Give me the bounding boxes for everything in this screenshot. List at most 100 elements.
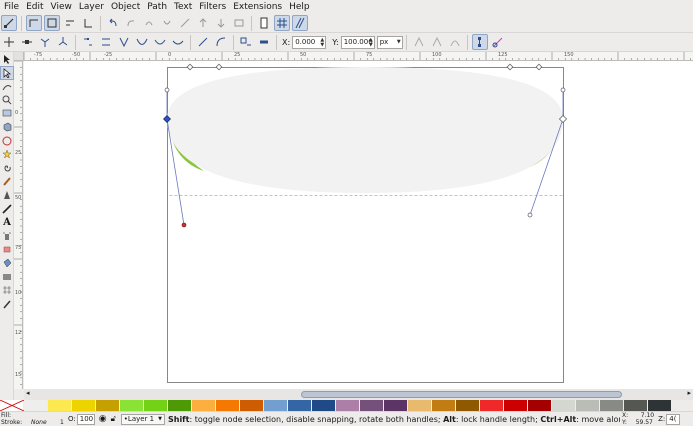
zoom-input[interactable]: 4( [666, 413, 681, 425]
color-swatch[interactable] [432, 400, 456, 411]
color-swatch[interactable] [216, 400, 240, 411]
color-swatch[interactable] [264, 400, 288, 411]
y-coordinate-input[interactable]: 100.000 ▲ ▼ [340, 35, 375, 49]
color-swatch[interactable] [240, 400, 264, 411]
layer-select[interactable]: •Layer 1 ▼ [120, 413, 165, 425]
make-auto-smooth-icon[interactable] [170, 34, 186, 50]
menu-path[interactable]: Path [143, 0, 170, 14]
spray-tool-icon[interactable] [1, 230, 13, 242]
color-swatch[interactable] [648, 400, 672, 411]
color-swatch[interactable] [456, 400, 480, 411]
delete-segment-icon[interactable] [98, 34, 114, 50]
star-tool-icon[interactable] [1, 148, 13, 160]
tweak-tool-icon[interactable] [1, 80, 13, 92]
delete-node-icon[interactable] [19, 34, 35, 50]
menu-object[interactable]: Object [107, 0, 143, 14]
lower-icon[interactable] [213, 15, 229, 31]
dropper-tool-icon[interactable] [1, 298, 13, 310]
pencil-tool-icon[interactable] [1, 175, 13, 187]
rotate-cw-icon[interactable] [159, 15, 175, 31]
menu-layer[interactable]: Layer [75, 0, 107, 14]
object-to-path-icon[interactable] [238, 34, 254, 50]
break-path-icon[interactable] [55, 34, 71, 50]
color-swatch[interactable] [96, 400, 120, 411]
insert-node-icon[interactable] [1, 34, 17, 50]
3d-box-tool-icon[interactable] [1, 121, 13, 133]
grid-icon[interactable] [274, 15, 290, 31]
color-swatch[interactable] [48, 400, 72, 411]
horizontal-scrollbar[interactable]: ◂ ▸ [24, 389, 693, 400]
selector-tool-icon[interactable] [1, 53, 13, 65]
menu-filters[interactable]: Filters [195, 0, 229, 14]
scrollbar-thumb[interactable] [301, 391, 622, 398]
no-paint-swatch[interactable] [0, 400, 24, 411]
edit-mask-icon[interactable] [429, 34, 445, 50]
page-size-icon[interactable] [62, 15, 78, 31]
corner-node-icon[interactable] [26, 15, 42, 31]
show-transform-handles-icon[interactable] [471, 34, 488, 50]
color-swatch[interactable] [336, 400, 360, 411]
color-swatch[interactable] [408, 400, 432, 411]
node-tool-icon[interactable] [0, 65, 14, 80]
undo-icon[interactable] [105, 15, 121, 31]
ellipse-shape[interactable] [167, 67, 563, 193]
make-line-icon[interactable] [195, 34, 211, 50]
color-swatch[interactable] [552, 400, 576, 411]
node-edit-icon[interactable] [1, 15, 17, 31]
redo-icon[interactable] [123, 15, 139, 31]
horizontal-ruler[interactable]: -75 -50 -25 0 25 50 75 100 125 150 [24, 52, 693, 61]
mesh-tool-icon[interactable] [1, 284, 13, 296]
opacity-input[interactable]: 100 [76, 413, 95, 425]
color-swatch[interactable] [288, 400, 312, 411]
raise-icon[interactable] [195, 15, 211, 31]
calligraphy-tool-icon[interactable] [1, 203, 13, 215]
menu-extensions[interactable]: Extensions [229, 0, 285, 14]
drawing-canvas[interactable] [24, 61, 693, 389]
menu-text[interactable]: Text [170, 0, 195, 14]
control-handle[interactable] [527, 212, 533, 218]
color-swatch[interactable] [72, 400, 96, 411]
color-swatch[interactable] [480, 400, 504, 411]
scroll-right-icon[interactable]: ▸ [687, 389, 691, 397]
rotate-ccw-icon[interactable] [141, 15, 157, 31]
stroke-indicator[interactable]: None [30, 413, 60, 426]
join-selected-icon[interactable] [37, 34, 53, 50]
eraser-tool-icon[interactable] [1, 243, 13, 255]
smooth-node-icon[interactable] [44, 15, 60, 31]
show-handles-icon[interactable] [490, 34, 506, 50]
join-nodes-icon[interactable] [80, 15, 96, 31]
stroke-to-path-icon[interactable] [256, 34, 272, 50]
color-swatch[interactable] [120, 400, 144, 411]
color-swatch[interactable] [528, 400, 552, 411]
menu-edit[interactable]: Edit [22, 0, 46, 14]
color-swatch[interactable] [624, 400, 648, 411]
document-icon[interactable] [256, 15, 272, 31]
gradient-tool-icon[interactable] [1, 271, 13, 283]
make-smooth-icon[interactable] [134, 34, 150, 50]
spiral-tool-icon[interactable] [1, 162, 13, 174]
rectangle-tool-icon[interactable] [1, 107, 13, 119]
make-symmetric-icon[interactable] [152, 34, 168, 50]
lock-icon[interactable]: 🔓︎ [111, 414, 116, 424]
color-swatch[interactable] [600, 400, 624, 411]
eye-icon[interactable]: ◉ [99, 414, 107, 424]
flip-icon[interactable] [177, 15, 193, 31]
x-coordinate-input[interactable]: 0.000 ▲ ▼ [292, 35, 327, 49]
color-swatch[interactable] [384, 400, 408, 411]
zoom-tool-icon[interactable] [1, 94, 13, 106]
color-swatch[interactable] [144, 400, 168, 411]
group-icon[interactable] [231, 15, 247, 31]
join-segment-icon[interactable] [80, 34, 96, 50]
scroll-left-icon[interactable]: ◂ [26, 389, 30, 397]
color-swatch[interactable] [168, 400, 192, 411]
menu-file[interactable]: File [0, 0, 22, 14]
ellipse-tool-icon[interactable] [1, 135, 13, 147]
menu-view[interactable]: View [47, 0, 75, 14]
color-swatch[interactable] [192, 400, 216, 411]
unit-select[interactable]: px ▼ [376, 35, 403, 49]
menu-help[interactable]: Help [285, 0, 313, 14]
paint-bucket-tool-icon[interactable] [1, 257, 13, 269]
edit-clip-icon[interactable] [411, 34, 427, 50]
color-swatch[interactable] [576, 400, 600, 411]
handle-end-selected[interactable] [181, 222, 187, 228]
